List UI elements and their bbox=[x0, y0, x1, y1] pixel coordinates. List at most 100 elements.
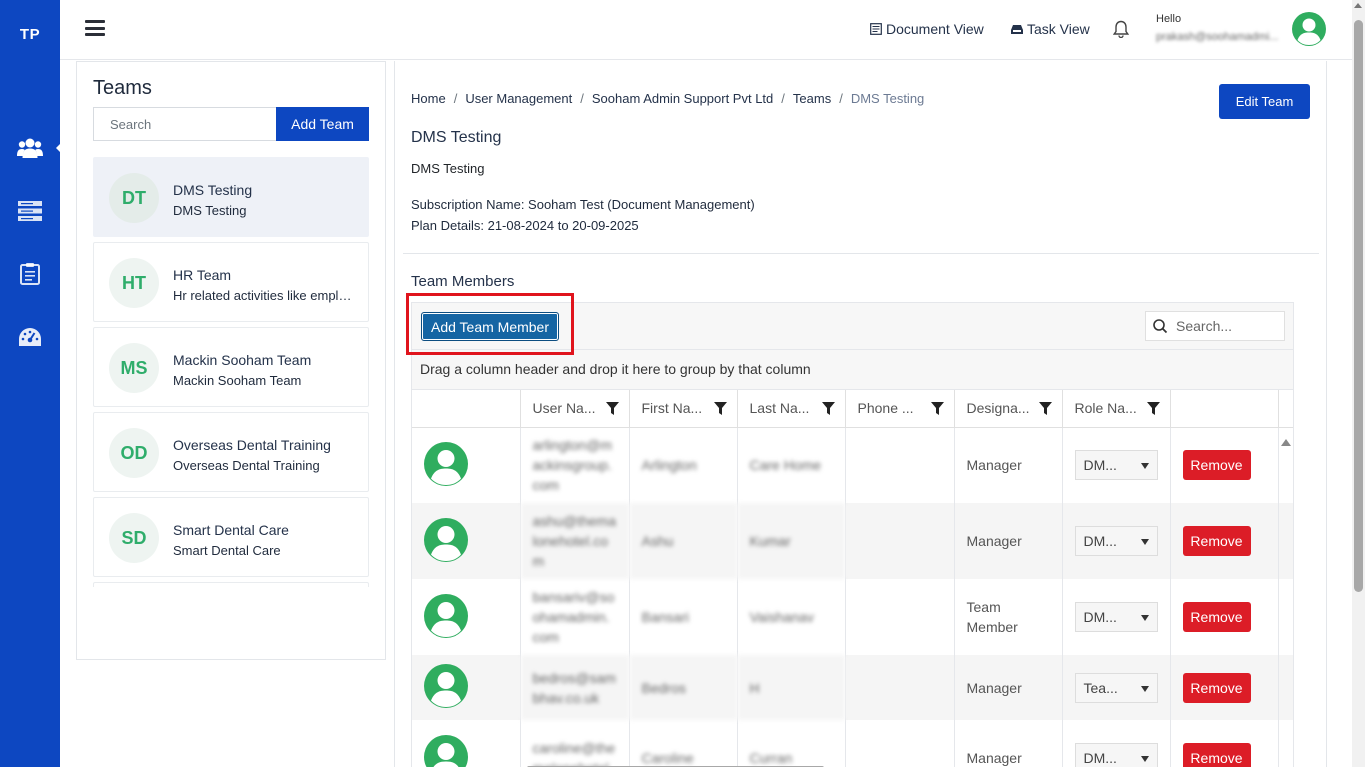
team-description: Overseas Dental Training bbox=[173, 458, 320, 473]
phone-cell bbox=[845, 503, 955, 579]
role-dropdown-value: DM... bbox=[1083, 609, 1117, 625]
remove-member-button[interactable]: Remove bbox=[1182, 743, 1251, 767]
team-card[interactable]: HT HR Team Hr related activities like em… bbox=[93, 242, 369, 322]
user-avatar[interactable] bbox=[1292, 12, 1326, 46]
filter-icon[interactable] bbox=[930, 402, 944, 415]
teams-title: Teams bbox=[93, 77, 152, 99]
column-header-role[interactable]: Role Na... bbox=[1062, 390, 1171, 428]
add-team-button[interactable]: Add Team bbox=[276, 107, 369, 141]
role-cell: DM... bbox=[1062, 579, 1171, 655]
designation-cell: Manager bbox=[954, 427, 1063, 503]
role-dropdown[interactable]: DM... bbox=[1074, 526, 1158, 556]
team-name: DMS Testing bbox=[173, 182, 253, 198]
add-team-member-button[interactable]: Add Team Member bbox=[421, 312, 559, 341]
last-name-cell: Curran bbox=[737, 720, 846, 767]
filter-icon[interactable] bbox=[1146, 402, 1160, 415]
team-name: Smart Dental Care bbox=[173, 522, 289, 538]
task-view-link[interactable]: Task View bbox=[1011, 21, 1090, 37]
remove-member-button[interactable]: Remove bbox=[1182, 602, 1251, 632]
team-detail-panel: Home / User Management / Sooham Admin Su… bbox=[394, 61, 1327, 767]
team-initials-badge: DT bbox=[109, 173, 159, 223]
scroll-up-arrow[interactable] bbox=[1354, 3, 1362, 8]
breadcrumb-home[interactable]: Home bbox=[411, 91, 446, 106]
remove-member-button[interactable]: Remove bbox=[1182, 526, 1251, 556]
remove-member-button[interactable]: Remove bbox=[1182, 672, 1251, 703]
team-card[interactable] bbox=[93, 582, 369, 587]
actions-cell: Remove bbox=[1170, 427, 1279, 503]
role-dropdown-value: DM... bbox=[1083, 533, 1117, 549]
username-cell: bansariv@soohamadmin.com bbox=[520, 579, 630, 655]
role-dropdown[interactable]: DM... bbox=[1074, 602, 1158, 632]
filter-icon[interactable] bbox=[1038, 402, 1052, 415]
designation-cell: Manager bbox=[954, 655, 1063, 720]
table-row: caroline@themalonehotel Caroline Curran … bbox=[412, 720, 1293, 767]
dropdown-caret-icon bbox=[1140, 756, 1149, 762]
role-dropdown-value: Tea... bbox=[1083, 679, 1118, 696]
role-cell: Tea... bbox=[1062, 655, 1171, 720]
role-dropdown[interactable]: DM... bbox=[1074, 450, 1158, 481]
team-card[interactable]: OD Overseas Dental Training Overseas Den… bbox=[93, 412, 369, 492]
breadcrumb-user-management[interactable]: User Management bbox=[465, 91, 572, 106]
document-view-icon bbox=[870, 23, 882, 35]
nav-teams[interactable] bbox=[13, 131, 64, 165]
team-list: DT DMS Testing DMS Testing HT HR Team Hr… bbox=[93, 157, 370, 587]
team-card[interactable]: DT DMS Testing DMS Testing bbox=[93, 157, 369, 237]
phone-cell bbox=[845, 655, 955, 720]
column-header-last-name[interactable]: Last Na... bbox=[737, 390, 846, 428]
team-members-title: Team Members bbox=[411, 273, 515, 290]
table-row: bansariv@soohamadmin.com Bansari Vaishan… bbox=[412, 579, 1293, 655]
team-card[interactable]: SD Smart Dental Care Smart Dental Care bbox=[93, 497, 369, 577]
team-description: Mackin Sooham Team bbox=[173, 373, 302, 388]
edit-team-button[interactable]: Edit Team bbox=[1219, 84, 1310, 119]
filter-icon[interactable] bbox=[605, 402, 619, 415]
user-avatar-icon bbox=[424, 441, 468, 486]
column-header-designation[interactable]: Designa... bbox=[954, 390, 1063, 428]
scroll-spacer-cell bbox=[1278, 579, 1293, 655]
breadcrumb-organization[interactable]: Sooham Admin Support Pvt Ltd bbox=[592, 91, 773, 106]
section-divider bbox=[403, 253, 1319, 254]
team-members-grid: Add Team Member Drag a column header and… bbox=[411, 302, 1294, 767]
column-header-username[interactable]: User Na... bbox=[520, 390, 630, 428]
grid-search-box[interactable] bbox=[1145, 311, 1285, 341]
team-search-input[interactable] bbox=[93, 107, 277, 141]
nav-documents[interactable] bbox=[13, 194, 47, 228]
role-dropdown[interactable]: DM... bbox=[1074, 743, 1158, 767]
team-name: HR Team bbox=[173, 267, 232, 283]
left-nav-rail: TP bbox=[0, 0, 64, 767]
team-name: Overseas Dental Training bbox=[173, 437, 331, 453]
breadcrumb-teams[interactable]: Teams bbox=[793, 91, 831, 106]
remove-member-button[interactable]: Remove bbox=[1182, 450, 1251, 481]
last-name-cell: Kumar bbox=[737, 503, 846, 579]
dropdown-caret-icon bbox=[1140, 463, 1149, 470]
team-card[interactable]: MS Mackin Sooham Team Mackin Sooham Team bbox=[93, 327, 369, 407]
phone-cell bbox=[845, 579, 955, 655]
column-header-phone[interactable]: Phone ... bbox=[845, 390, 955, 428]
subscription-name: Subscription Name: Sooham Test (Document… bbox=[411, 197, 755, 212]
team-description: Hr related activities like employee mana… bbox=[173, 288, 353, 303]
notification-bell-icon[interactable] bbox=[1112, 20, 1130, 41]
nav-tasks[interactable] bbox=[13, 257, 47, 291]
document-view-link[interactable]: Document View bbox=[870, 21, 984, 37]
first-name-cell: Bedros bbox=[629, 655, 738, 720]
filter-icon[interactable] bbox=[821, 402, 835, 415]
dropdown-caret-icon bbox=[1140, 685, 1149, 692]
grid-toolbar: Add Team Member bbox=[412, 303, 1293, 350]
username-cell: ashu@themalonehotel.com bbox=[520, 503, 630, 579]
actions-cell: Remove bbox=[1170, 655, 1279, 720]
menu-toggle-icon[interactable] bbox=[85, 20, 105, 38]
username-cell: arlington@mackinsgroup.com bbox=[520, 427, 630, 503]
first-name-cell: Ashu bbox=[629, 503, 738, 579]
filter-icon[interactable] bbox=[713, 402, 727, 415]
grid-scroll-up-arrow[interactable] bbox=[1281, 439, 1291, 446]
page-scrollbar[interactable] bbox=[1352, 0, 1365, 767]
column-header-label: Last Na... bbox=[749, 400, 810, 417]
role-dropdown[interactable]: Tea... bbox=[1074, 672, 1158, 703]
scroll-thumb[interactable] bbox=[1354, 20, 1363, 592]
group-by-panel[interactable]: Drag a column header and drop it here to… bbox=[412, 350, 1293, 390]
last-name-cell: Vaishanav bbox=[737, 579, 846, 655]
grid-search-input[interactable] bbox=[1176, 318, 1284, 334]
column-header-first-name[interactable]: First Na... bbox=[629, 390, 738, 428]
column-header-label: Designa... bbox=[966, 400, 1030, 417]
nav-dashboard[interactable] bbox=[13, 320, 47, 354]
role-cell: DM... bbox=[1062, 503, 1171, 579]
